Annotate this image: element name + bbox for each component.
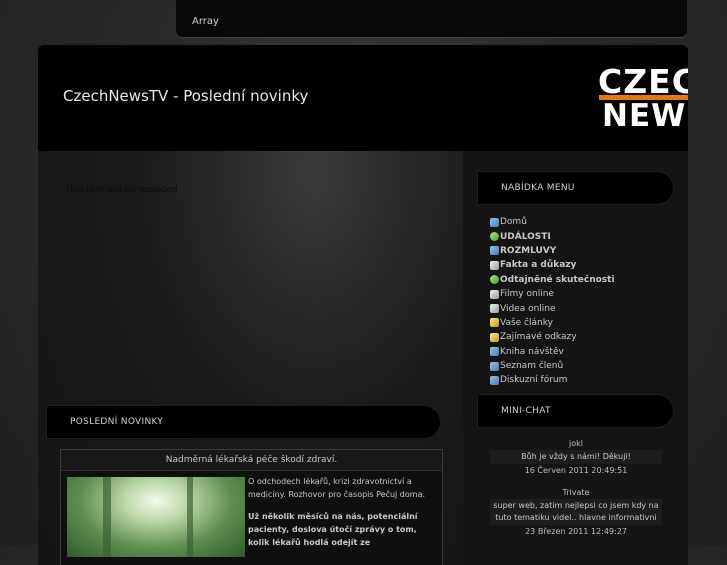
guestbook-icon <box>490 347 499 357</box>
top-bar-text: Array <box>192 16 219 27</box>
menu-section-title: NABÍDKA MENU <box>501 183 575 193</box>
menu-item-conversations[interactable]: ROZMLUVY <box>490 244 615 258</box>
events-icon <box>490 232 499 242</box>
film-icon <box>490 289 499 299</box>
article-body: O odchodech lékařů, krizi zdravotnictví … <box>248 475 438 558</box>
articles-icon <box>490 318 499 328</box>
menu-item-forum[interactable]: Diskuzní fórum <box>490 373 615 387</box>
links-icon <box>490 332 499 342</box>
flash-placeholder: This text will be replaced <box>65 185 178 195</box>
news-section-title: POSLEDNÍ NOVINKY <box>70 417 164 427</box>
menu-item-facts[interactable]: Fakta a důkazy <box>490 258 615 272</box>
chat-message: jokl Bůh je vždy s námi! Děkuji! 16 Červ… <box>490 437 662 478</box>
top-bar: Array <box>176 0 687 37</box>
article-title[interactable]: Nadměrná lékařská péče škodí zdraví. <box>61 450 442 471</box>
menu-item-articles[interactable]: Vaše články <box>490 316 615 330</box>
menu-item-declassified[interactable]: Odtajněné skutečnosti <box>490 273 615 287</box>
site-title[interactable]: CzechNewsTV - Poslední novinky <box>63 87 308 105</box>
logo-text-czech: CZECH <box>598 62 688 101</box>
news-section-header: POSLEDNÍ NOVINKY <box>46 405 441 439</box>
page-frame: CzechNewsTV - Poslední novinky CZECH NEW… <box>38 45 688 565</box>
menu-item-videos[interactable]: Videa online <box>490 301 615 315</box>
video-icon <box>490 304 499 314</box>
home-icon <box>490 217 499 227</box>
mini-chat: jokl Bůh je vždy s námi! Děkuji! 16 Červ… <box>490 437 662 547</box>
chat-text: Bůh je vždy s námi! Děkuji! <box>490 450 662 464</box>
globe-icon <box>490 275 499 285</box>
news-article: Nadměrná lékařská péče škodí zdraví. O o… <box>60 449 443 565</box>
menu-item-links[interactable]: Zajímavé odkazy <box>490 330 615 344</box>
sidebar: NABÍDKA MENU Domů UDÁLOSTI ROZMLUVY Fakt… <box>463 151 688 565</box>
forum-icon <box>490 375 499 385</box>
chat-time: 16 Červen 2011 20:49:51 <box>524 466 628 475</box>
chat-icon <box>490 246 499 256</box>
chat-text: super web, zatim nejlepsi co jsem kdy na… <box>490 499 662 525</box>
header: CzechNewsTV - Poslední novinky CZECH NEW… <box>38 45 688 151</box>
chat-nick[interactable]: Trivate <box>490 486 662 499</box>
menu-item-events[interactable]: UDÁLOSTI <box>490 229 615 243</box>
main-menu: Domů UDÁLOSTI ROZMLUVY Fakta a důkazy Od… <box>490 215 615 388</box>
article-intro: O odchodech lékařů, krizi zdravotnictví … <box>248 477 426 499</box>
chat-message: Trivate super web, zatim nejlepsi co jse… <box>490 486 662 539</box>
chat-section-header: MINI-CHAT <box>477 394 674 428</box>
menu-item-home[interactable]: Domů <box>490 215 615 229</box>
chat-section-title: MINI-CHAT <box>501 406 551 416</box>
site-logo[interactable]: CZECH NEWS <box>598 65 688 135</box>
menu-item-members[interactable]: Seznam členů <box>490 359 615 373</box>
menu-item-guestbook[interactable]: Kniha návštěv <box>490 345 615 359</box>
chat-nick[interactable]: jokl <box>490 437 662 450</box>
facts-icon <box>490 260 499 270</box>
chat-time: 23 Březen 2011 12:49:27 <box>525 527 627 536</box>
logo-text-news: NEWS <box>602 98 688 134</box>
menu-section-header: NABÍDKA MENU <box>477 171 674 205</box>
menu-item-films[interactable]: Filmy online <box>490 287 615 301</box>
article-lead: Už několik měsíců na nás, potenciální pa… <box>248 512 418 547</box>
article-image[interactable] <box>67 477 245 557</box>
members-icon <box>490 361 499 371</box>
